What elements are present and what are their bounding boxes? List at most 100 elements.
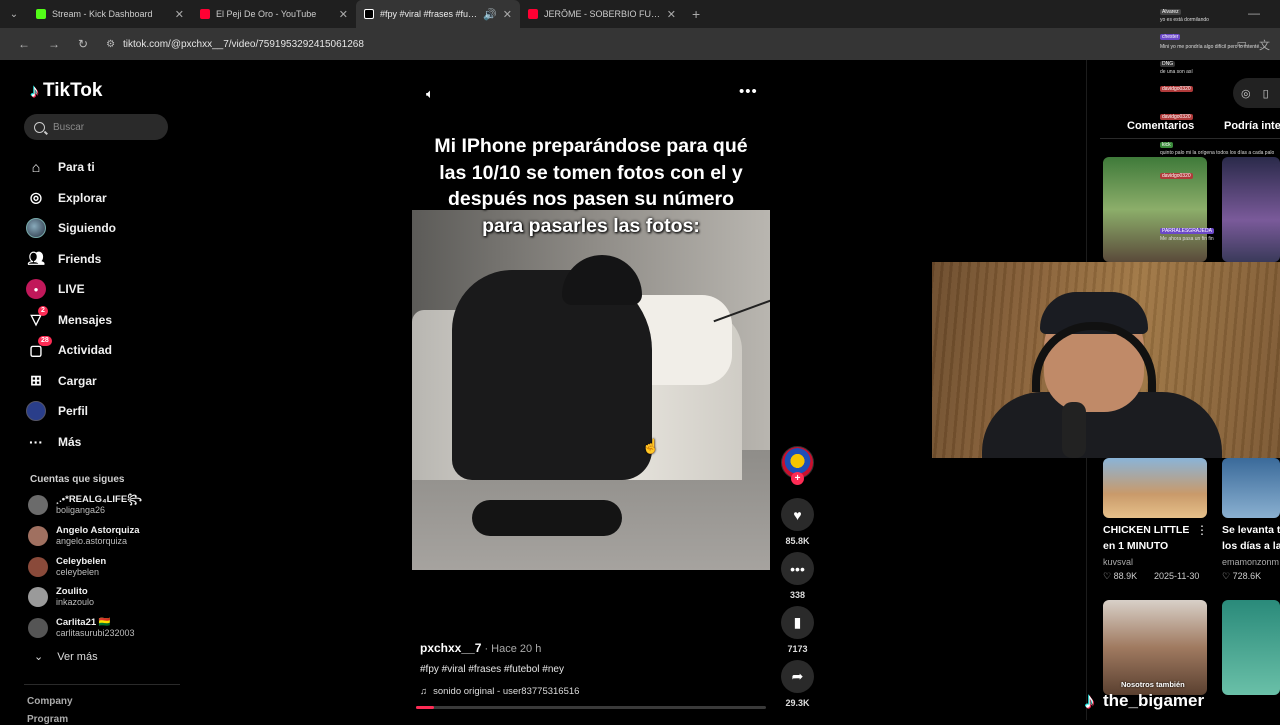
- follow-plus-icon[interactable]: +: [791, 472, 804, 485]
- bookmark-icon: ▮: [793, 614, 802, 630]
- tab-comentarios[interactable]: Comentarios: [1127, 120, 1194, 132]
- chat-message: Alvarez: [1160, 9, 1181, 15]
- share-button[interactable]: ➦: [781, 660, 814, 693]
- forward-arrow-icon[interactable]: →: [48, 37, 60, 51]
- tab-search-icon[interactable]: ⌄: [0, 0, 28, 28]
- nav-item-live[interactable]: ● LIVE: [26, 274, 176, 305]
- recommended-video-author[interactable]: kuvsval: [1103, 557, 1133, 567]
- close-tab-icon[interactable]: ✕: [339, 8, 348, 21]
- compass-small-icon[interactable]: ◎: [1241, 87, 1251, 100]
- phone-icon[interactable]: ▯: [1263, 87, 1269, 100]
- browser-tab-bar: ⌄ Stream - Kick Dashboard ✕ El Peji De O…: [0, 0, 1280, 28]
- more-options-icon[interactable]: ⋮: [1196, 523, 1208, 537]
- more-options-icon[interactable]: •••: [739, 83, 758, 100]
- chat-message: kick: [1160, 142, 1173, 148]
- nav-item-friends[interactable]: 👥︎ Friends: [26, 244, 176, 275]
- avatar: [28, 618, 48, 638]
- back-arrow-icon[interactable]: ←: [18, 37, 30, 51]
- like-button[interactable]: ♥: [781, 498, 814, 531]
- nav-item-explorar[interactable]: ◎ Explorar: [26, 183, 176, 214]
- recommended-video-thumb[interactable]: [1222, 458, 1280, 518]
- tiktok-sidebar: ♪ TikTok ⌂ Para ti ◎ Explorar Siguiendo …: [14, 60, 184, 725]
- search-input[interactable]: [53, 121, 153, 133]
- save-count: 7173: [787, 644, 808, 654]
- url-field[interactable]: ⚙ tiktok.com/@pxchxx__7/video/7591953292…: [106, 39, 364, 50]
- nav-item-mas[interactable]: ··· Más: [26, 427, 176, 458]
- following-account[interactable]: Carlita21 🇧🇴 carlitasurubi232003: [28, 613, 188, 643]
- close-tab-icon[interactable]: ✕: [175, 8, 184, 21]
- main-nav: ⌂ Para ti ◎ Explorar Siguiendo 👥︎ Friend…: [26, 152, 176, 457]
- tab-divider: [1100, 138, 1280, 139]
- following-account[interactable]: Zoulito inkazoulo: [28, 582, 188, 612]
- following-account[interactable]: ¸.•*REALG₄LIFE꧂ boliganga26: [28, 490, 188, 520]
- comment-button[interactable]: •••: [781, 552, 814, 585]
- tiktok-favicon-icon: [364, 9, 374, 19]
- following-account[interactable]: Celeybelen celeybelen: [28, 552, 188, 582]
- browser-tab[interactable]: El Peji De Oro - YouTube ✕: [192, 0, 356, 28]
- chat-message: chester: [1160, 34, 1181, 40]
- video-hashtags[interactable]: #fpy #viral #frases #futebol #ney: [420, 664, 564, 675]
- recommended-video-title[interactable]: Se levanta t: [1222, 522, 1280, 538]
- following-section-title: Cuentas que sigues: [30, 474, 125, 485]
- company-link[interactable]: Company: [27, 696, 73, 707]
- nav-item-mensajes[interactable]: ▽ 2 Mensajes: [26, 305, 176, 336]
- close-tab-icon[interactable]: ✕: [667, 8, 676, 21]
- messages-icon: ▽ 2: [26, 305, 48, 330]
- minimize-window-icon[interactable]: —: [1248, 6, 1260, 20]
- right-panel-toolbar: ◎ ▯: [1233, 78, 1280, 108]
- following-account[interactable]: Angelo Astorquiza angelo.astorquiza: [28, 521, 188, 551]
- search-icon: [34, 121, 45, 133]
- save-button[interactable]: ▮: [781, 606, 814, 639]
- recommended-video-title[interactable]: en 1 MINUTO: [1103, 538, 1168, 554]
- chevron-down-icon: ⌄: [34, 651, 44, 663]
- recommended-video-title[interactable]: CHICKEN LITTLE: [1103, 522, 1189, 538]
- share-arrow-icon: ➦: [791, 668, 804, 684]
- like-count: 85.8K: [785, 536, 810, 546]
- recommended-video-date: 2025-11-30: [1154, 571, 1200, 581]
- video-sound[interactable]: ♫ sonido original - user83775316516: [420, 686, 579, 697]
- audio-playing-icon[interactable]: 🔊: [483, 8, 497, 21]
- video-progress-bar[interactable]: [416, 706, 766, 709]
- recommended-video-thumb[interactable]: Nosotros también: [1103, 600, 1207, 695]
- comment-bubble-icon: •••: [790, 560, 805, 577]
- activity-icon: ▢ 28: [26, 336, 52, 360]
- close-tab-icon[interactable]: ✕: [503, 8, 512, 21]
- new-tab-button[interactable]: +: [692, 6, 700, 22]
- nav-item-perfil[interactable]: Perfil: [26, 396, 176, 427]
- video-player[interactable]: [412, 210, 770, 570]
- messages-badge: 2: [38, 305, 48, 316]
- recommended-video-author[interactable]: emamonzonm: [1222, 557, 1279, 567]
- browser-tab[interactable]: Stream - Kick Dashboard ✕: [28, 0, 192, 28]
- browser-tab-active[interactable]: #fpy #viral #frases #futebol 🔊 ✕: [356, 0, 520, 28]
- tab-podria-interesarte[interactable]: Podría inte: [1224, 120, 1280, 132]
- nav-item-cargar[interactable]: ⊞ Cargar: [26, 366, 176, 397]
- chat-message: davidgo0320: [1160, 86, 1193, 92]
- reload-icon[interactable]: ↻: [78, 37, 88, 51]
- recommended-video-thumb[interactable]: [1222, 157, 1280, 262]
- chat-message: Mini yo me pondría algo difícil pero lo …: [1160, 44, 1265, 50]
- recommended-video-likes: ♡ 88.9K: [1103, 571, 1138, 581]
- video-author[interactable]: pxchxx__7: [420, 641, 481, 655]
- nav-item-para-ti[interactable]: ⌂ Para ti: [26, 152, 176, 183]
- nav-item-siguiendo[interactable]: Siguiendo: [26, 213, 176, 244]
- see-more-button[interactable]: ⌄ Ver más: [34, 650, 98, 664]
- comment-count: 338: [789, 590, 806, 600]
- avatar: [28, 587, 48, 607]
- recommended-video-thumb[interactable]: [1103, 458, 1207, 518]
- browser-tab[interactable]: JERÔME - SOBERBIO FUNK (Au ✕: [520, 0, 684, 28]
- site-info-icon[interactable]: ⚙: [106, 39, 115, 50]
- avatar: [28, 495, 48, 515]
- youtube-favicon-icon: [528, 9, 538, 19]
- profile-icon: [26, 401, 46, 422]
- tiktok-note-icon: ♪: [1084, 688, 1095, 713]
- more-icon: ···: [29, 433, 43, 450]
- recommended-video-title[interactable]: los días a la: [1222, 538, 1280, 554]
- recommended-video-thumb[interactable]: [1222, 600, 1280, 695]
- nav-item-actividad[interactable]: ▢ 28 Actividad: [26, 335, 176, 366]
- upload-icon: ⊞: [30, 372, 42, 389]
- search-box[interactable]: [24, 114, 168, 140]
- volume-icon[interactable]: 🔈︎: [426, 86, 434, 102]
- video-caption-overlay: Mi IPhone preparándose para qué las 10/1…: [434, 135, 748, 237]
- streamer-watermark: ♪ the_bigamer: [1084, 688, 1205, 713]
- tiktok-logo[interactable]: ♪ TikTok: [30, 80, 102, 102]
